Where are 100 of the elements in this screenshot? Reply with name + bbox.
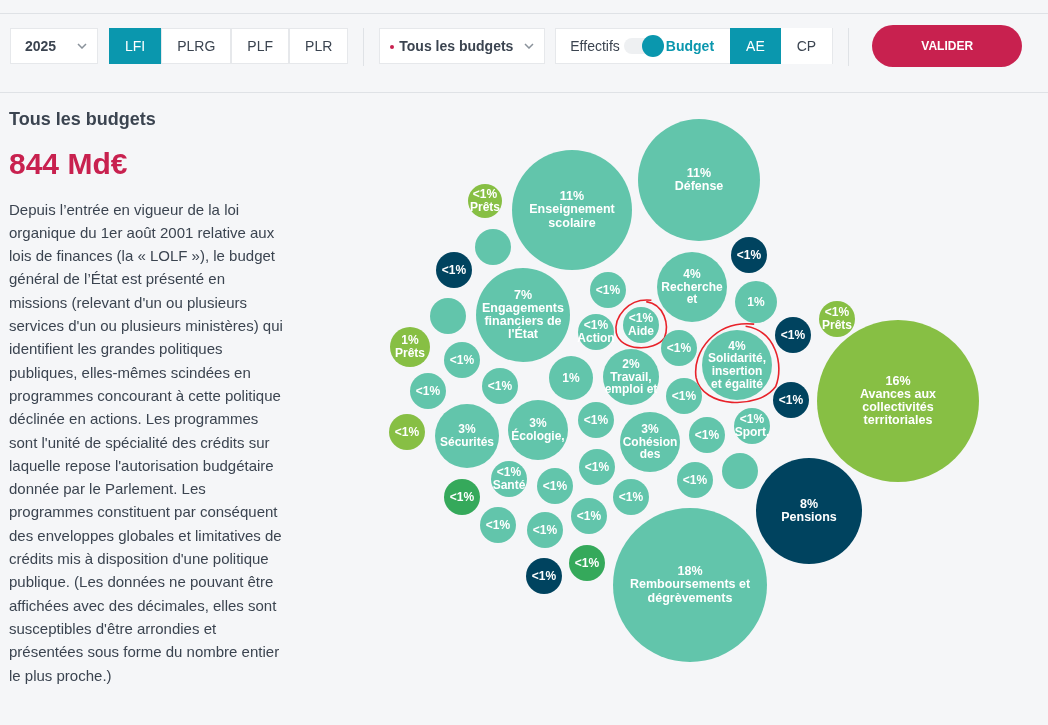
budget-bubble[interactable]: <1% (389, 414, 425, 450)
budget-bubble[interactable]: 18% Remboursements et dégrèvements (613, 508, 767, 662)
bubble-percent: 4% (728, 339, 746, 353)
budget-bubble[interactable] (430, 298, 466, 334)
description: Depuis l’entrée en vigueur de la loi organique du 1er août 2001 relative aux lois de finances (la « LOLF »), le budget général de l’État est présenté en missions (relevant d'un ou plusieurs services d'un ou plusieurs ministères) qui identifient les grandes politiques publiques, elles-mêmes scindées en programmes concourant à cette politique déclinée en actions. Les programmes sont l'unité de spécialité des crédits sur laquelle repose l'autorisation budgétaire donnée par le Parlement. Les programmes constituent par conséquent des enveloppes globales et limitatives de crédits mis à disposition d'une politique publique. (Les données ne pouvant être affichées avec des décimales, elles sont susceptibles d'être arrondies et présentées sous forme du nombre entier le plus proche.) (9, 199, 284, 686)
bubble-percent: 2% (622, 358, 640, 371)
budget-bubble[interactable]: <1% (444, 479, 480, 515)
bubble-percent: <1% (485, 518, 511, 532)
bubble-percent: <1% (583, 319, 609, 332)
budget-bubble[interactable]: <1% (689, 417, 725, 453)
bubble-percent: <1% (394, 425, 420, 439)
bubble-label: Engagements financiers de l'État (482, 301, 564, 342)
bubble-percent: <1% (666, 341, 692, 355)
bubble-label: Santé (492, 479, 526, 492)
bubble-label: Pensions (781, 511, 837, 525)
credit-tab[interactable]: CP (780, 28, 833, 64)
budget-bubble[interactable]: 11% Défense (638, 119, 760, 241)
bubble-percent: <1% (576, 509, 602, 523)
budget-bubble[interactable]: <1% Prêts (819, 301, 855, 337)
bubble-label: Remboursements et dégrèvements (629, 578, 751, 605)
budget-bubble[interactable]: <1% (578, 402, 614, 438)
budget-bubble[interactable]: 2% Travail, emploi et (603, 349, 659, 405)
bubble-percent: <1% (682, 473, 708, 487)
stage-tab[interactable]: PLRG (161, 28, 232, 64)
total-amount: 844 Md€ (9, 145, 129, 182)
budget-bubble[interactable]: <1% (480, 507, 516, 543)
bubble-label: Solidarité, insertion et égalité (708, 352, 766, 391)
bubble-percent: 1% (401, 334, 419, 347)
budget-bubble[interactable]: <1% Prêts (468, 184, 502, 218)
budget-bubble[interactable]: <1% (537, 468, 573, 504)
budget-bubble[interactable]: <1% (613, 479, 649, 515)
bubble-percent: <1% (449, 490, 475, 504)
budget-bubble[interactable]: 1% (549, 356, 593, 400)
budget-bubble[interactable]: <1% (444, 342, 480, 378)
bubble-percent: <1% (595, 283, 621, 297)
budget-bubble[interactable]: <1% (482, 368, 518, 404)
stage-tab[interactable]: PLF (231, 28, 290, 64)
bubble-percent: <1% (472, 188, 498, 201)
budget-bubble[interactable]: <1% (590, 272, 626, 308)
budget-bubble[interactable]: <1% (527, 512, 563, 548)
bubble-label: Défense (674, 180, 724, 194)
budget-bubble[interactable]: 3% Cohésion des (620, 412, 680, 472)
budget-bubble[interactable]: <1% Santé (491, 461, 527, 497)
budget-bubble[interactable]: <1% (731, 237, 767, 273)
budget-bubble[interactable]: <1% (661, 330, 697, 366)
toggle-label: Budget (665, 36, 715, 56)
bullet-icon (390, 44, 395, 49)
budget-bubble[interactable]: <1% (526, 558, 562, 594)
budget-select[interactable]: Tous les budgets (379, 28, 546, 64)
bubble-percent: <1% (532, 523, 558, 537)
bubble-label: Prêts (395, 347, 425, 360)
bubble-label: Écologie, (511, 430, 565, 443)
bubble-percent: <1% (415, 384, 441, 398)
budget-bubble[interactable]: <1% (569, 545, 605, 581)
budget-bubble[interactable]: <1% (775, 317, 811, 353)
budget-bubble[interactable]: <1% (571, 498, 607, 534)
budget-bubble[interactable]: <1% (677, 462, 713, 498)
stage-tab[interactable]: PLR (289, 28, 349, 64)
budget-bubble[interactable]: 7% Engagements financiers de l'État (476, 268, 570, 362)
bubble-percent: 3% (529, 417, 547, 430)
budget-bubble[interactable]: <1% (773, 382, 809, 418)
credit-tab[interactable]: AE (730, 28, 781, 64)
view-switch[interactable] (623, 38, 662, 54)
bubble-label: Prêts (822, 319, 852, 332)
budget-bubble[interactable]: 1% (735, 281, 777, 323)
bubble-percent: <1% (739, 413, 765, 426)
bubble-percent: <1% (574, 556, 600, 570)
bubble-percent: <1% (618, 490, 644, 504)
bubble-percent: <1% (441, 263, 467, 277)
budget-bubble[interactable]: 3% Écologie, (508, 400, 568, 460)
budget-bubble[interactable]: 4% Recherche et (657, 252, 727, 322)
bubble-percent: 11% (686, 166, 712, 180)
bubble-percent: 3% (458, 423, 476, 436)
budget-bubble[interactable]: <1% (410, 373, 446, 409)
bubble-label: Prêts (470, 201, 500, 214)
bubble-percent: 4% (683, 268, 701, 281)
budget-bubble[interactable]: 4% Solidarité, insertion et égalité (702, 330, 772, 400)
bubble-percent: <1% (780, 328, 806, 342)
budget-bubble[interactable] (475, 229, 511, 265)
budget-bubble[interactable]: <1% Aide (623, 307, 659, 343)
budget-bubble[interactable]: 1% Prêts (390, 327, 430, 367)
bubble-percent: <1% (496, 466, 522, 479)
budget-bubble[interactable]: <1% Sport. (734, 408, 770, 444)
bubble-label: Travail, emploi et (604, 370, 658, 396)
budget-bubble[interactable]: <1% (579, 449, 615, 485)
budget-bubble[interactable] (722, 453, 758, 489)
bubble-percent: <1% (531, 569, 557, 583)
budget-bubble[interactable]: 8% Pensions (756, 458, 862, 564)
section-title: Tous les budgets (9, 109, 157, 131)
bubble-percent: <1% (671, 389, 697, 403)
caret-icon (524, 43, 535, 49)
budget-bubble[interactable]: 3% Sécurités (435, 404, 499, 468)
bubble-percent: <1% (542, 479, 568, 493)
validate-button[interactable]: VALIDER (872, 25, 1023, 67)
budget-bubble[interactable]: <1% (436, 252, 472, 288)
budget-bubble[interactable]: 11% Enseignement scolaire (512, 150, 632, 270)
budget-bubble[interactable]: <1% (666, 378, 702, 414)
bubble-label: Cohésion des (622, 435, 678, 461)
year-select[interactable]: 2025 (10, 28, 98, 64)
stage-tab[interactable]: LFI (109, 28, 162, 64)
